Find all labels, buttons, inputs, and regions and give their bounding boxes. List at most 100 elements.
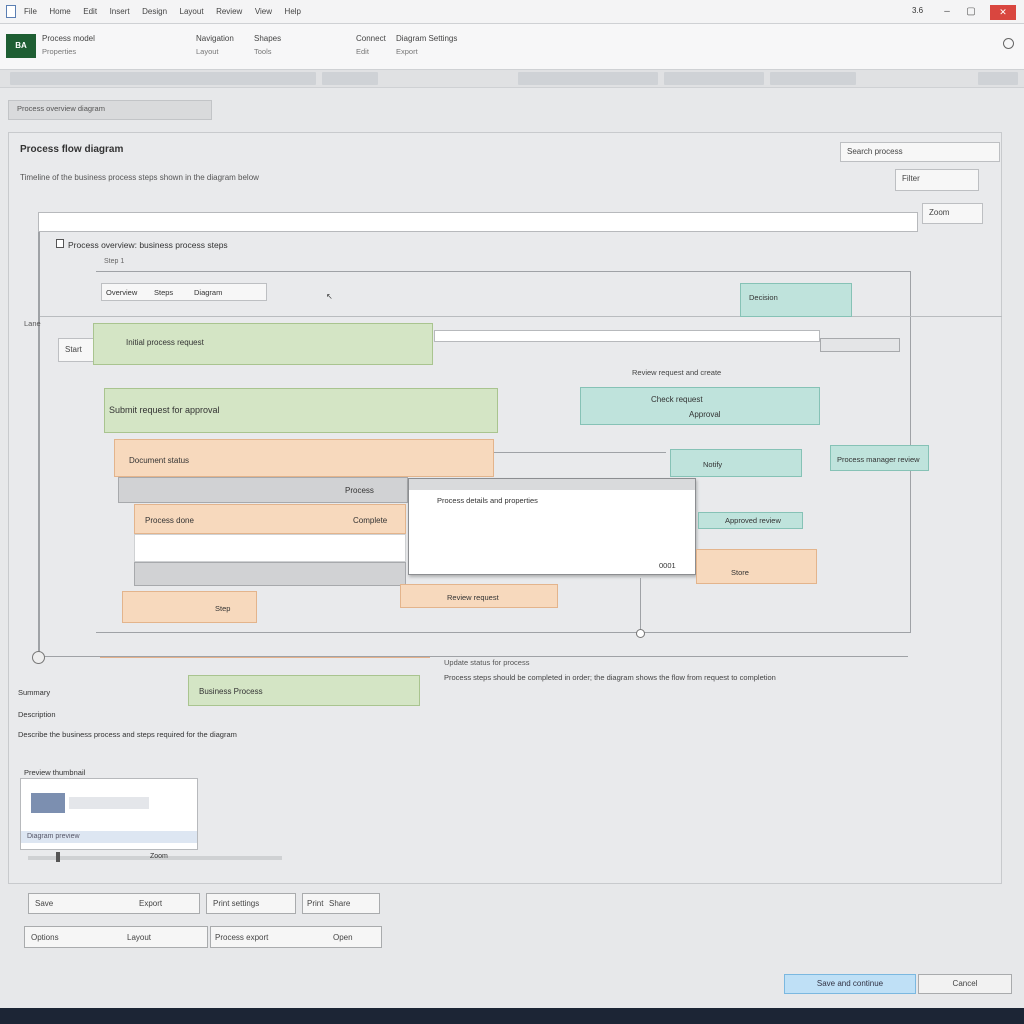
connector-2	[494, 452, 666, 453]
popup-title: Process details and properties	[437, 496, 538, 505]
preview-title: Preview thumbnail	[24, 768, 86, 777]
menu-layout[interactable]: Layout	[180, 7, 204, 16]
ribbon-group-connect[interactable]: Connect Edit	[356, 34, 390, 56]
subtab-3[interactable]	[518, 72, 658, 85]
subtab-6[interactable]	[978, 72, 1018, 85]
frame-bottom	[96, 632, 911, 633]
search-input[interactable]: Search process	[840, 142, 1000, 162]
node-document-status[interactable]: Document status	[114, 439, 494, 477]
description-value: Describe the business process and steps …	[18, 730, 237, 739]
summary-value[interactable]: Business Process	[188, 675, 420, 706]
close-icon[interactable]: ✕	[990, 5, 1016, 20]
zoom-slider-label: Zoom	[150, 853, 168, 860]
diagram-anchor-icon[interactable]	[32, 651, 45, 664]
sub-toolbar	[0, 70, 1024, 88]
thumbnail-image	[31, 793, 65, 813]
layout-button[interactable]: Layout	[127, 928, 203, 947]
ribbon-group-navigation[interactable]: Navigation Layout	[196, 34, 248, 56]
update-status-link[interactable]: Update status for process	[444, 658, 544, 667]
ribbon-group-model[interactable]: Process model Properties	[42, 34, 182, 56]
frame-top	[96, 271, 911, 272]
connector-bar	[434, 330, 820, 342]
diagram-title: Process overview: business process steps	[68, 240, 228, 250]
ribbon-group-shapes[interactable]: Shapes Tools	[254, 34, 346, 56]
node-grey-row	[134, 562, 406, 586]
taskbar	[0, 1008, 1024, 1024]
settings-icon[interactable]	[1003, 38, 1014, 49]
node-step[interactable]: Step	[122, 591, 257, 623]
node-process-row[interactable]: Process	[118, 477, 408, 503]
end-line	[100, 657, 430, 658]
save-export-group: Save Export	[28, 893, 200, 914]
diagram-tab-group: Overview Steps Diagram	[101, 283, 267, 301]
options-layout-group: Options Layout	[24, 926, 208, 948]
maximize-icon[interactable]: ▢	[960, 0, 982, 24]
preview-thumbnail[interactable]: Diagram preview	[20, 778, 198, 850]
node-store[interactable]: Store	[696, 549, 817, 584]
open-button[interactable]: Open	[333, 928, 377, 947]
node-submit-request[interactable]: Submit request for approval	[104, 388, 498, 433]
tab-diagram[interactable]: Diagram	[194, 288, 260, 297]
menu-file[interactable]: File	[24, 7, 37, 16]
panel-description: Timeline of the business process steps s…	[20, 173, 259, 182]
node-process-done[interactable]: Process done Complete	[134, 504, 406, 534]
minimize-icon[interactable]: –	[936, 0, 958, 24]
subtab-1[interactable]	[10, 72, 316, 85]
menu-view[interactable]: View	[255, 7, 272, 16]
node-empty-row	[134, 534, 406, 562]
tab-overview[interactable]: Overview	[106, 288, 148, 297]
end-node[interactable]	[636, 629, 645, 638]
file-icon	[6, 5, 16, 18]
summary-label: Summary	[18, 688, 51, 697]
details-popup[interactable]: Process details and properties 0001	[408, 478, 696, 575]
primary-action-button[interactable]: Save and continue	[784, 974, 916, 994]
node-check-request[interactable]: Check request Approval	[580, 387, 820, 425]
subtab-5[interactable]	[770, 72, 856, 85]
subtab-2[interactable]	[322, 72, 378, 85]
app-logo: BA	[6, 34, 36, 58]
print-settings-button[interactable]: Print settings	[206, 893, 296, 914]
tab-steps[interactable]: Steps	[154, 288, 192, 297]
node-approved-review[interactable]: Approved review	[698, 512, 803, 529]
subtab-4[interactable]	[664, 72, 764, 85]
diagram-title-icon	[56, 239, 64, 248]
share-button[interactable]: Share	[329, 894, 377, 913]
popup-titlebar	[409, 479, 695, 490]
print-button[interactable]: Print	[307, 894, 327, 913]
node-decision[interactable]: Decision	[740, 283, 852, 317]
print-share-group: Print Share	[302, 893, 380, 914]
save-button[interactable]: Save	[35, 894, 95, 913]
panel-title: Process flow diagram	[20, 144, 124, 155]
diagram-subtitle: Step 1	[104, 258, 125, 265]
cursor-icon: ↖	[326, 292, 333, 301]
ribbon: BA Process model Properties Navigation Lay…	[0, 24, 1024, 70]
menu-edit[interactable]: Edit	[83, 7, 97, 16]
export-button[interactable]: Export	[139, 894, 199, 913]
cancel-button[interactable]: Cancel	[918, 974, 1012, 994]
zoom-button[interactable]: Zoom	[922, 203, 983, 224]
diagram-header-bar	[38, 212, 918, 232]
process-open-group: Process export Open	[210, 926, 382, 948]
diagram-left-rail	[38, 232, 40, 662]
menu-design[interactable]: Design	[142, 7, 167, 16]
title-bar: File Home Edit Insert Design Layout Revi…	[0, 0, 1024, 24]
version-label: 3.6	[912, 6, 924, 15]
node-notify[interactable]: Notify	[670, 449, 802, 477]
menu-help[interactable]: Help	[285, 7, 301, 16]
node-review-request[interactable]: Review request	[400, 584, 558, 608]
lane-divider	[40, 316, 1002, 317]
options-button[interactable]: Options	[31, 928, 121, 947]
menu-insert[interactable]: Insert	[110, 7, 130, 16]
lane-label: Lane	[24, 319, 41, 328]
thumbnail-bar	[69, 797, 149, 809]
description-label: Description	[18, 710, 56, 719]
ribbon-group-settings[interactable]: Diagram Settings Export	[396, 34, 516, 56]
preview-caption: Diagram preview	[27, 833, 80, 840]
node-manager-review[interactable]: Process manager review	[830, 445, 929, 471]
node-initial-request[interactable]: Initial process request	[93, 323, 433, 365]
zoom-slider-handle[interactable]	[56, 852, 60, 862]
process-export-button[interactable]: Process export	[215, 928, 325, 947]
menu-review[interactable]: Review	[216, 7, 242, 16]
filter-button[interactable]: Filter	[895, 169, 979, 191]
menu-home[interactable]: Home	[49, 7, 70, 16]
